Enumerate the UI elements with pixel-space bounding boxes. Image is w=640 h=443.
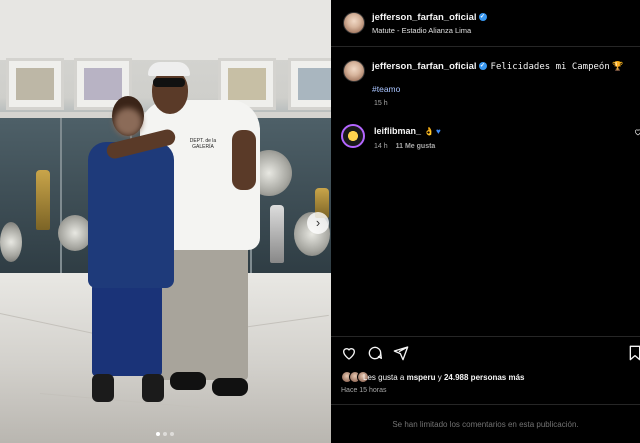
caption-text: Felicidades mi Campeón (490, 62, 610, 72)
likes-others[interactable]: 24.988 personas más (444, 373, 525, 382)
likes-summary: Les gusta a msperu y 24.988 personas más (363, 373, 524, 382)
caption-time[interactable]: 15 h (374, 100, 388, 107)
trophy-cup (36, 170, 50, 230)
man-head (152, 70, 188, 114)
likes-prefix: Les gusta a (363, 373, 405, 382)
comment-like-icon[interactable] (634, 128, 640, 136)
post-sidebar: jefferson_farfan_oficial ✓ Matute - Estad… (331, 0, 640, 443)
caption: jefferson_farfan_oficial ✓ Felicidades mi … (372, 61, 624, 72)
carousel-dot (170, 432, 174, 436)
likes-connector: y (437, 373, 442, 382)
wall-frame (288, 58, 331, 110)
comments-limited-notice: Se han limitado los comentarios en esta … (392, 420, 579, 429)
comment-icon[interactable] (367, 345, 383, 361)
shoe (142, 374, 164, 402)
carousel-indicator (156, 432, 174, 436)
likers-avatars[interactable] (341, 371, 369, 383)
trophy-icon: 🏆 (612, 61, 624, 71)
comment-row: leiflibman_ 👌 ♥ (374, 126, 441, 136)
share-icon[interactable] (393, 345, 409, 361)
comment-time[interactable]: 14 h (374, 143, 388, 150)
blue-heart-icon: ♥ (435, 127, 441, 136)
boy-pants (92, 284, 162, 376)
shoe (170, 372, 206, 390)
divider (331, 46, 640, 47)
shirt-print: DEPT. de la GALERÍA (189, 138, 217, 150)
commenter-username[interactable]: leiflibman_ (374, 126, 421, 136)
wall-frame (6, 58, 64, 110)
post-location[interactable]: Matute - Estadio Alianza Lima (372, 26, 471, 35)
blurred-face (114, 108, 142, 136)
carousel-dot (163, 432, 167, 436)
bookmark-icon[interactable] (628, 345, 640, 361)
divider (331, 336, 640, 337)
author-username[interactable]: jefferson_farfan_oficial (372, 12, 477, 23)
post-actions (341, 345, 409, 361)
man-cap (148, 62, 190, 76)
wall (0, 0, 331, 60)
verified-icon: ✓ (478, 13, 487, 22)
comment-likes[interactable]: 11 Me gusta (396, 143, 436, 150)
caption-avatar[interactable] (343, 60, 365, 82)
author-avatar[interactable] (343, 12, 365, 34)
carousel-dot (156, 432, 160, 436)
trophy-plate (0, 222, 22, 262)
verified-icon: ✓ (478, 62, 487, 71)
caption-username[interactable]: jefferson_farfan_oficial (372, 61, 477, 72)
shoe (212, 378, 248, 396)
trophy-plate (58, 215, 92, 251)
trophy-cup (270, 205, 284, 263)
author-header: jefferson_farfan_oficial ✓ (372, 12, 487, 23)
ok-hand-icon: 👌 (424, 127, 434, 136)
post-timestamp[interactable]: Hace 15 horas (341, 387, 387, 394)
hashtag-link[interactable]: #teamo (372, 84, 400, 94)
comment-meta: 14 h 11 Me gusta (374, 143, 435, 150)
divider (331, 404, 640, 405)
liker-username[interactable]: msperu (407, 373, 436, 382)
commenter-avatar[interactable] (341, 124, 365, 148)
sunglasses (153, 78, 185, 87)
boy-shirt (88, 142, 174, 288)
man-arm (232, 130, 256, 190)
shoe (92, 374, 114, 402)
post-image[interactable]: DEPT. de la GALERÍA › (0, 0, 331, 443)
next-image-icon[interactable]: › (307, 212, 329, 234)
heart-icon[interactable] (341, 345, 357, 361)
